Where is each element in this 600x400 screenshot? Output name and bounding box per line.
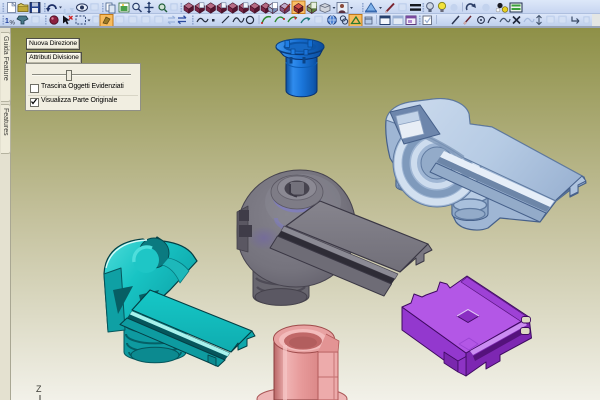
svg-text:1: 1 [5, 18, 9, 25]
svg-text:Z: Z [36, 384, 42, 394]
svg-text:%: % [10, 21, 16, 27]
